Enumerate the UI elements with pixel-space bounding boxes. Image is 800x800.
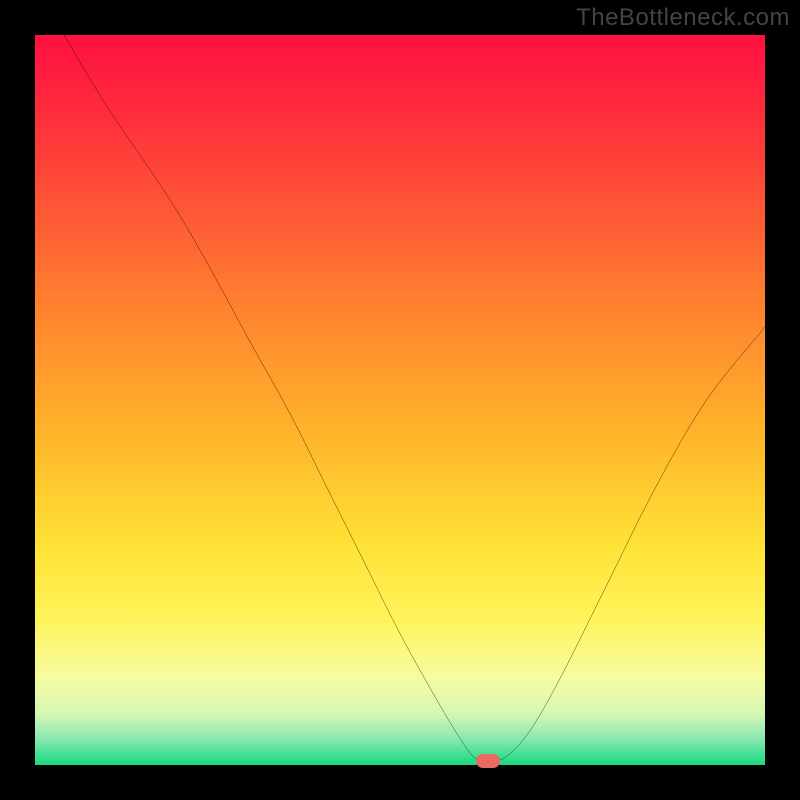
bottleneck-curve — [35, 35, 765, 765]
watermark-text: TheBottleneck.com — [576, 4, 790, 32]
curve-line — [64, 35, 765, 762]
plot-area — [35, 35, 765, 765]
chart-container: TheBottleneck.com — [0, 0, 800, 800]
optimal-point-marker — [476, 754, 500, 768]
